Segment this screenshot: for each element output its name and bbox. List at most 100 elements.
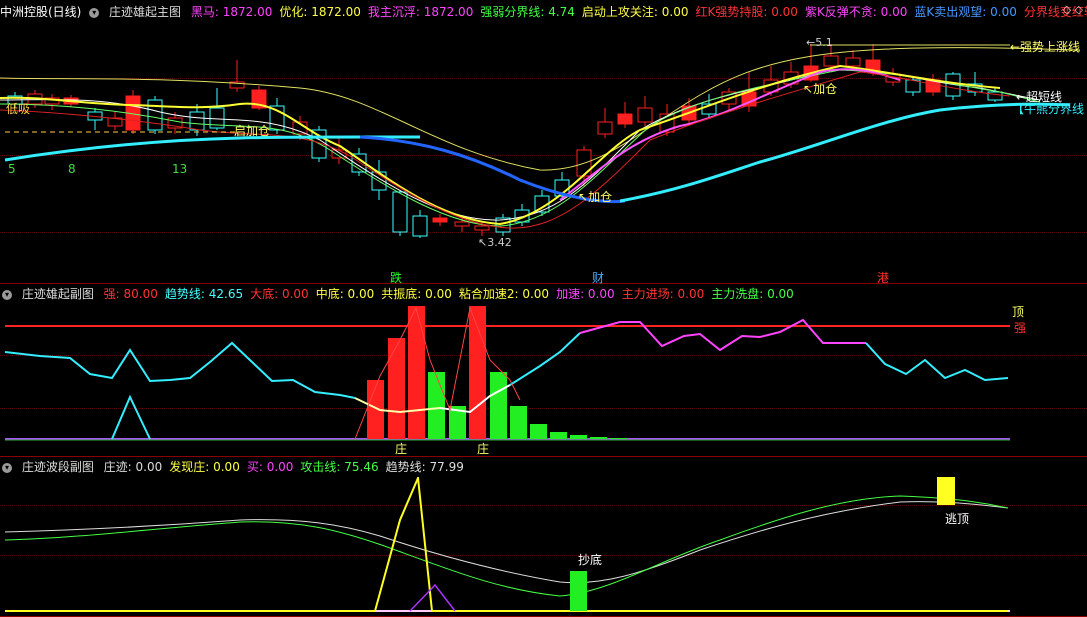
sub1-param-7: 主力进场: bbox=[621, 287, 678, 301]
candle-body[interactable] bbox=[474, 225, 490, 231]
sub1-param-value-3: 0.00 bbox=[347, 287, 375, 301]
candle-body[interactable] bbox=[823, 55, 839, 67]
candle-body[interactable] bbox=[865, 59, 881, 71]
sub2-param-value-1: 0.00 bbox=[213, 460, 240, 474]
candle-body[interactable] bbox=[147, 99, 163, 131]
candle-body[interactable] bbox=[432, 217, 448, 223]
sub1-param-8: 主力洗盘: bbox=[711, 287, 768, 301]
main-param-value-7: 0.00 bbox=[990, 5, 1017, 19]
sub1-param-value-8: 0.00 bbox=[767, 287, 794, 301]
sub1-param-6: 加速: bbox=[556, 287, 588, 301]
escape-top-bar bbox=[937, 477, 955, 505]
histogram-bar bbox=[550, 432, 567, 439]
small-triangle-line bbox=[111, 394, 151, 440]
arrow-left-icon: ← bbox=[806, 36, 816, 49]
low-buy-label: 低吸 bbox=[6, 102, 31, 116]
main-param-value-1: 1872.00 bbox=[311, 5, 361, 19]
top-label: 顶 bbox=[1012, 305, 1025, 319]
main-param-1: 优化: bbox=[279, 5, 312, 19]
candle-body[interactable] bbox=[412, 215, 428, 237]
candle-body[interactable] bbox=[845, 57, 861, 67]
main-indicator-name[interactable]: 庄迹雄起主图 bbox=[109, 5, 181, 19]
main-param-6: 紫K反弹不贪: bbox=[804, 5, 881, 19]
histogram-bar bbox=[530, 424, 547, 439]
sub1-params: 强: 80.00 趋势线: 42.65 大底: 0.00 中底: 0.00 共振底: 0… bbox=[104, 287, 801, 301]
main-params: 黑马: 1872.00 优化: 1872.00 我主沉浮: 1872.00 强弱分界线… bbox=[191, 5, 1087, 19]
trend-cyan-line bbox=[4, 341, 356, 399]
arrow-up-left-icon: ↖ bbox=[803, 82, 814, 96]
main-panel-header: 中洲控股(日线) ▾ 庄迹雄起主图 黑马: 1872.00 优化: 1872.00… bbox=[0, 2, 1087, 22]
bottom-tag-cai: 财 bbox=[592, 271, 605, 285]
sub2-param-1: 发现庄: bbox=[169, 460, 214, 474]
sub2-indicator-name[interactable]: 庄迹波段副图 bbox=[22, 460, 94, 474]
sub2-param-3: 攻击线: bbox=[300, 460, 345, 474]
main-param-2: 我主沉浮: bbox=[367, 5, 424, 19]
start-add-label: 启加仓 bbox=[234, 124, 271, 138]
histogram-bar bbox=[408, 306, 425, 439]
price-high-label: ←5.1 bbox=[806, 36, 833, 49]
main-param-5: 红K强势持股: bbox=[695, 5, 772, 19]
candle-body[interactable] bbox=[189, 111, 205, 131]
sub1-indicator-chart[interactable] bbox=[0, 303, 1087, 456]
main-param-value-6: 0.00 bbox=[880, 5, 908, 19]
window-controls-icon[interactable]: ◇ ◇ bbox=[1063, 3, 1083, 16]
arrow-up-left-icon: ↖ bbox=[578, 190, 589, 204]
sub1-param-2: 大底: bbox=[250, 287, 282, 301]
sub1-param-value-0: 80.00 bbox=[123, 287, 158, 301]
candle-body[interactable] bbox=[637, 107, 653, 123]
zhuang-label-1: 庄 bbox=[395, 442, 408, 456]
sub2-param-4: 趋势线: bbox=[385, 460, 430, 474]
bracket-icon: 【 bbox=[1012, 102, 1025, 116]
sub1-indicator-name[interactable]: 庄迹雄起副图 bbox=[22, 287, 94, 301]
bottom-tag-gang: 港 bbox=[877, 271, 890, 285]
histogram-bar bbox=[510, 406, 527, 439]
sub1-param-value-7: 0.00 bbox=[677, 287, 705, 301]
add-position-label-1: ↖加仓 bbox=[803, 82, 838, 96]
main-param-0: 黑马: bbox=[190, 5, 223, 19]
candle-body[interactable] bbox=[392, 191, 408, 233]
histogram-bar bbox=[490, 372, 507, 439]
sub1-param-value-5: 0.00 bbox=[522, 287, 550, 301]
candle-body[interactable] bbox=[617, 113, 633, 125]
sub2-param-value-3: 75.46 bbox=[344, 460, 379, 474]
indicator-menu-icon[interactable]: ▾ bbox=[89, 7, 100, 18]
sub2-menu-icon[interactable]: ▾ bbox=[2, 462, 12, 473]
panel-separator bbox=[0, 283, 1087, 284]
sub2-params: 庄迹: 0.00 发现庄: 0.00 买: 0.00 攻击线: 75.46 趋势线: 7… bbox=[104, 460, 471, 474]
sub1-menu-icon[interactable]: ▾ bbox=[2, 289, 12, 300]
sub2-param-0: 庄迹: bbox=[103, 460, 136, 474]
arrow-up-left-icon: ↖ bbox=[478, 236, 488, 249]
trend-cyan-line-3 bbox=[865, 342, 1009, 382]
main-param-value-2: 1872.00 bbox=[423, 5, 474, 19]
sub2-param-value-0: 0.00 bbox=[135, 460, 163, 474]
add-position-label-2: ↖加仓 bbox=[578, 190, 613, 204]
stock-title[interactable]: 中洲控股(日线) bbox=[0, 5, 81, 19]
sub1-param-value-1: 42.65 bbox=[208, 287, 244, 301]
trend-light-line bbox=[4, 501, 1009, 584]
escape-top-label: 逃顶 bbox=[945, 512, 970, 526]
buy-bottom-label: 抄底 bbox=[578, 553, 603, 567]
buy-bottom-bar bbox=[570, 571, 587, 611]
histogram-bar bbox=[469, 306, 486, 439]
sub1-param-5: 粘合加速2: bbox=[458, 287, 523, 301]
sub1-param-value-4: 0.00 bbox=[425, 287, 452, 301]
candle-body[interactable] bbox=[331, 149, 347, 159]
zhuang-label-2: 庄 bbox=[477, 442, 490, 456]
main-param-value-4: 0.00 bbox=[661, 5, 689, 19]
main-candlestick-chart[interactable] bbox=[0, 20, 1087, 283]
sub1-param-1: 趋势线: bbox=[164, 287, 209, 301]
histogram-bar bbox=[590, 437, 607, 439]
candle-body[interactable] bbox=[454, 221, 470, 227]
histogram-bar bbox=[610, 438, 627, 439]
attack-green-line bbox=[4, 495, 1009, 597]
sub1-param-value-2: 0.00 bbox=[281, 287, 309, 301]
sub1-param-4: 共振底: bbox=[381, 287, 426, 301]
sub2-param-value-2: 0.00 bbox=[266, 460, 294, 474]
sub2-param-2: 买: bbox=[246, 460, 267, 474]
sub1-param-0: 强: bbox=[103, 287, 124, 301]
sub2-indicator-chart[interactable] bbox=[0, 477, 1087, 616]
ma-white-line bbox=[0, 68, 1041, 221]
ma-period-8: 8 bbox=[68, 162, 76, 176]
histogram-bar bbox=[388, 338, 405, 439]
candle-body[interactable] bbox=[597, 121, 613, 135]
